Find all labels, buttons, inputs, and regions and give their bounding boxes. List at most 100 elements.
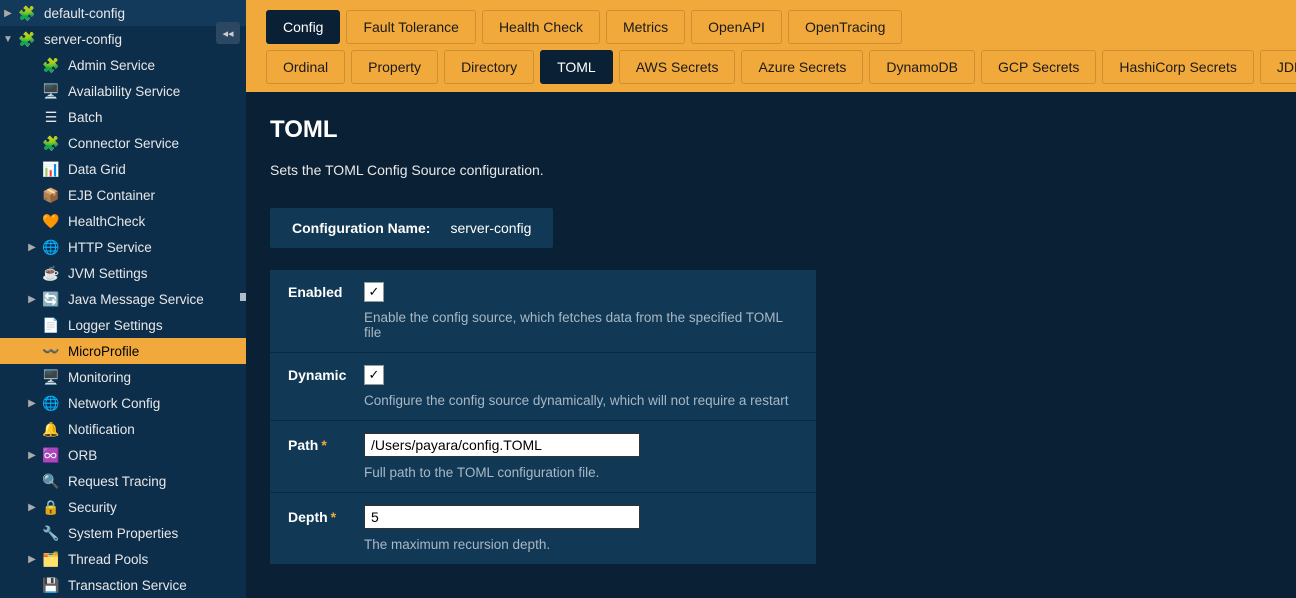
sidebar-item-label: server-config [44, 32, 240, 47]
sidebar-item-batch[interactable]: ▶☰Batch [0, 104, 246, 130]
form-panel: Enabled ✓ Enable the config source, whic… [270, 270, 816, 564]
sidebar-item-microprofile[interactable]: ▶〰️MicroProfile [0, 338, 246, 364]
tree-node-icon: 🗂️ [42, 550, 60, 568]
tab-dynamodb[interactable]: DynamoDB [869, 50, 975, 84]
tab-gcp-secrets[interactable]: GCP Secrets [981, 50, 1096, 84]
expand-arrow-icon[interactable]: ▶ [2, 8, 14, 19]
config-name-box: Configuration Name: server-config [270, 208, 553, 248]
sidebar-item-ejb-container[interactable]: ▶📦EJB Container [0, 182, 246, 208]
sidebar-item-orb[interactable]: ▶ ♾️ ORB [0, 442, 246, 468]
config-name-label: Configuration Name: [292, 220, 430, 236]
field-dynamic: Dynamic ✓ Configure the config source dy… [270, 352, 816, 420]
sidebar-item-admin-service[interactable]: ▶🧩Admin Service [0, 52, 246, 78]
tree-node-icon: ♾️ [42, 446, 60, 464]
expand-arrow-icon[interactable]: ▶ [26, 398, 38, 409]
tree-node-icon: 🌐 [42, 238, 60, 256]
sidebar-item-label: Monitoring [68, 370, 240, 385]
tab-aws-secrets[interactable]: AWS Secrets [619, 50, 736, 84]
tab-bar: ConfigFault ToleranceHealth CheckMetrics… [246, 0, 1296, 92]
sidebar-item-server-config[interactable]: ▼ 🧩 server-config [0, 26, 246, 52]
field-depth-label: Depth* [288, 509, 364, 525]
sidebar-item-notification[interactable]: ▶🔔Notification [0, 416, 246, 442]
tab-property[interactable]: Property [351, 50, 438, 84]
sidebar-item-label: Logger Settings [68, 318, 240, 333]
expand-arrow-icon[interactable]: ▶ [26, 502, 38, 513]
sidebar-item-label: Batch [68, 110, 240, 125]
tab-fault-tolerance[interactable]: Fault Tolerance [346, 10, 475, 44]
expand-arrow-icon[interactable]: ▶ [26, 554, 38, 565]
sidebar-item-availability-service[interactable]: ▶🖥️Availability Service [0, 78, 246, 104]
sidebar-item-security[interactable]: ▶🔒Security [0, 494, 246, 520]
sidebar-item-label: Request Tracing [68, 474, 240, 489]
collapse-sidebar-button[interactable]: ◂◂ [216, 22, 240, 44]
tree-node-icon: 🔧 [42, 524, 60, 542]
tab-jdbc[interactable]: JDBC [1260, 50, 1296, 84]
depth-input[interactable] [364, 505, 640, 529]
sidebar-item-network-config[interactable]: ▶🌐Network Config [0, 390, 246, 416]
sidebar-tree[interactable]: ◂◂ ▶ 🧩 default-config ▼ 🧩 server-config ▶ 🧩 Admi… [0, 0, 246, 598]
sidebar-item-monitoring[interactable]: ▶🖥️Monitoring [0, 364, 246, 390]
config-name-value: server-config [450, 220, 531, 236]
tab-azure-secrets[interactable]: Azure Secrets [741, 50, 863, 84]
sidebar-item-label: System Properties [68, 526, 240, 541]
content-area: TOML Sets the TOML Config Source configu… [246, 92, 1296, 598]
sidebar-item-thread-pools[interactable]: ▶🗂️Thread Pools [0, 546, 246, 572]
sidebar-item-http-service[interactable]: ▶ 🌐 HTTP Service [0, 234, 246, 260]
field-dynamic-label: Dynamic [288, 367, 364, 383]
tree-node-icon: 🧩 [42, 134, 60, 152]
tab-health-check[interactable]: Health Check [482, 10, 600, 44]
sidebar-item-system-properties[interactable]: ▶🔧System Properties [0, 520, 246, 546]
sidebar-item-label: Availability Service [68, 84, 240, 99]
field-dynamic-help: Configure the config source dynamically,… [364, 393, 798, 408]
tree-node-icon: 🔄 [42, 290, 60, 308]
tab-metrics[interactable]: Metrics [606, 10, 685, 44]
field-depth: Depth* The maximum recursion depth. [270, 492, 816, 564]
tab-config[interactable]: Config [266, 10, 340, 44]
sidebar-item-label: HealthCheck [68, 214, 240, 229]
sidebar-item-jvm-settings[interactable]: ▶☕JVM Settings [0, 260, 246, 286]
tree-node-icon: 🧩 [18, 4, 36, 22]
sidebar-item-transaction-service[interactable]: ▶💾Transaction Service [0, 572, 246, 598]
tree-node-icon: ☰ [42, 108, 60, 126]
tree-node-icon: 🌐 [42, 394, 60, 412]
tab-toml[interactable]: TOML [540, 50, 613, 84]
tab-ordinal[interactable]: Ordinal [266, 50, 345, 84]
expand-arrow-icon[interactable]: ▶ [26, 242, 38, 253]
expand-arrow-icon[interactable]: ▼ [2, 34, 14, 45]
sidebar-item-label: Admin Service [68, 58, 240, 73]
expand-arrow-icon[interactable]: ▶ [26, 294, 38, 305]
sidebar-item-connector-service[interactable]: ▶🧩Connector Service [0, 130, 246, 156]
sidebar-item-label: default-config [44, 6, 240, 21]
sidebar-item-default-config[interactable]: ▶ 🧩 default-config [0, 0, 246, 26]
page-title: TOML [270, 116, 1272, 144]
path-input[interactable] [364, 433, 640, 457]
sidebar-item-logger-settings[interactable]: ▶📄Logger Settings [0, 312, 246, 338]
sidebar-item-label: HTTP Service [68, 240, 240, 255]
sidebar-item-data-grid[interactable]: ▶📊Data Grid [0, 156, 246, 182]
sidebar-item-request-tracing[interactable]: ▶🔍Request Tracing [0, 468, 246, 494]
tab-directory[interactable]: Directory [444, 50, 534, 84]
tree-node-icon: 📄 [42, 316, 60, 334]
tree-node-icon: 🔍 [42, 472, 60, 490]
tree-node-icon: 🧩 [42, 56, 60, 74]
check-icon: ✓ [369, 367, 380, 383]
tab-opentracing[interactable]: OpenTracing [788, 10, 902, 44]
tree-node-icon: 📊 [42, 160, 60, 178]
sidebar-item-java-message-service[interactable]: ▶🔄Java Message Service [0, 286, 246, 312]
tab-hashicorp-secrets[interactable]: HashiCorp Secrets [1102, 50, 1254, 84]
sidebar-item-label: MicroProfile [68, 344, 240, 359]
enabled-checkbox[interactable]: ✓ [364, 282, 384, 302]
tree-node-icon: 📦 [42, 186, 60, 204]
sidebar-item-label: ORB [68, 448, 240, 463]
sidebar-resize-handle[interactable] [240, 293, 246, 301]
sidebar-item-healthcheck[interactable]: ▶🧡HealthCheck [0, 208, 246, 234]
dynamic-checkbox[interactable]: ✓ [364, 365, 384, 385]
sidebar-item-label: Connector Service [68, 136, 240, 151]
field-path-label: Path* [288, 437, 364, 453]
tree-node-icon: 🧩 [18, 30, 36, 48]
tree-node-icon: 〰️ [42, 342, 60, 360]
tab-openapi[interactable]: OpenAPI [691, 10, 782, 44]
expand-arrow-icon[interactable]: ▶ [26, 450, 38, 461]
tree-node-icon: 🖥️ [42, 82, 60, 100]
sidebar-item-label: Transaction Service [68, 578, 240, 593]
